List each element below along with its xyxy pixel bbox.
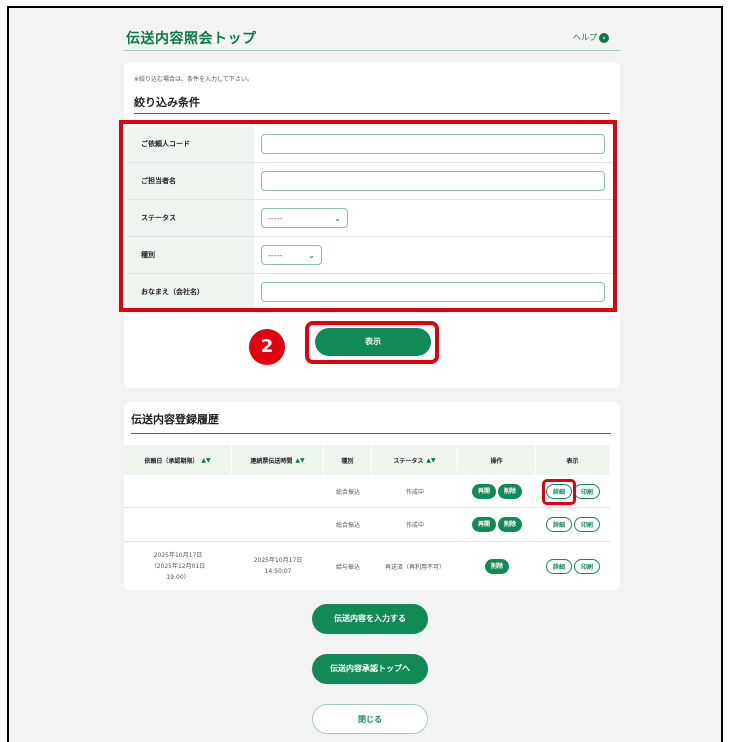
help-link[interactable]: ヘルプ › xyxy=(573,32,609,43)
history-title-divider xyxy=(131,433,611,434)
cell-status: 再送済（再利用不可） xyxy=(384,563,445,571)
detail-button[interactable]: 詳細 xyxy=(545,558,572,574)
cell-sent xyxy=(232,508,324,541)
cell-date: 2025年10月17日 （2025年12月01日 19:00） xyxy=(150,551,206,581)
col-header-date[interactable]: 依頼日（承認期限） ▲▼ xyxy=(124,445,232,475)
approval-top-button[interactable]: 伝送内容承認トップへ xyxy=(312,654,428,684)
help-label: ヘルプ xyxy=(573,33,597,42)
col-header-ops: 操作 xyxy=(458,445,536,475)
cell-view: 詳細 印刷 xyxy=(536,508,610,541)
highlight-box-form xyxy=(119,120,617,312)
cell-date xyxy=(124,475,232,507)
table-row: 総合振込 作成中 再開 削除 詳細 印刷 xyxy=(124,475,610,508)
print-button[interactable]: 印刷 xyxy=(574,483,601,499)
col-header-sent[interactable]: 連続票伝送時間 ▲▼ xyxy=(232,445,324,475)
chevron-right-icon: › xyxy=(599,32,609,43)
print-button[interactable]: 印刷 xyxy=(574,558,601,574)
sort-arrows-icon[interactable]: ▲▼ xyxy=(295,457,304,464)
cell-kind: 給与振込 xyxy=(335,563,360,571)
delete-button[interactable]: 削除 xyxy=(498,483,523,499)
filter-title: 絞り込み条件 xyxy=(134,96,200,109)
delete-button[interactable]: 削除 xyxy=(484,558,509,574)
title-divider xyxy=(124,50,620,51)
cell-ops: 再開 削除 xyxy=(458,475,536,507)
history-table: 依頼日（承認期限） ▲▼ 連続票伝送時間 ▲▼ 種別 ステータス ▲▼ 操作 表示 総… xyxy=(124,445,610,590)
cell-status: 作成中 xyxy=(405,522,424,529)
detail-button[interactable]: 詳細 xyxy=(545,517,572,532)
highlight-box-show-button xyxy=(305,321,439,364)
cell-kind: 総合振込 xyxy=(335,488,360,496)
cell-status: 作成中 xyxy=(405,488,424,496)
step-badge: 2 xyxy=(249,329,285,365)
history-title: 伝送内容登録履歴 xyxy=(131,413,219,426)
input-transmission-button[interactable]: 伝送内容を入力する xyxy=(312,604,428,634)
table-row: 総合振込 作成中 再開 削除 詳細 印刷 xyxy=(124,508,610,542)
page-title: 伝送内容照会トップ xyxy=(126,31,257,47)
delete-button[interactable]: 削除 xyxy=(498,517,523,532)
cell-sent xyxy=(232,475,324,507)
cell-date xyxy=(124,508,232,541)
filter-title-divider xyxy=(134,113,610,114)
col-header-kind: 種別 xyxy=(324,445,372,475)
col-header-view: 表示 xyxy=(536,445,610,475)
print-button[interactable]: 印刷 xyxy=(574,517,601,532)
highlight-box-detail-button xyxy=(542,479,576,505)
col-header-status[interactable]: ステータス ▲▼ xyxy=(372,445,458,475)
resume-button[interactable]: 再開 xyxy=(471,517,496,532)
resume-button[interactable]: 再開 xyxy=(471,483,496,499)
cell-sent: 2025年10月17日 14:50:07 xyxy=(253,557,303,575)
cell-ops: 再開 削除 xyxy=(458,508,536,541)
filter-note: ※絞り込む場合は、条件を入力して下さい。 xyxy=(134,76,253,83)
close-button[interactable]: 閉じる xyxy=(312,704,428,734)
cell-ops: 削除 xyxy=(458,542,536,590)
sort-arrows-icon[interactable]: ▲▼ xyxy=(426,457,435,464)
table-row: 2025年10月17日 （2025年12月01日 19:00） 2025年10月… xyxy=(124,542,610,590)
sort-arrows-icon[interactable]: ▲▼ xyxy=(201,457,210,464)
cell-view: 詳細 印刷 xyxy=(536,542,610,590)
table-header: 依頼日（承認期限） ▲▼ 連続票伝送時間 ▲▼ 種別 ステータス ▲▼ 操作 表示 xyxy=(124,445,610,475)
cell-kind: 総合振込 xyxy=(335,522,360,529)
